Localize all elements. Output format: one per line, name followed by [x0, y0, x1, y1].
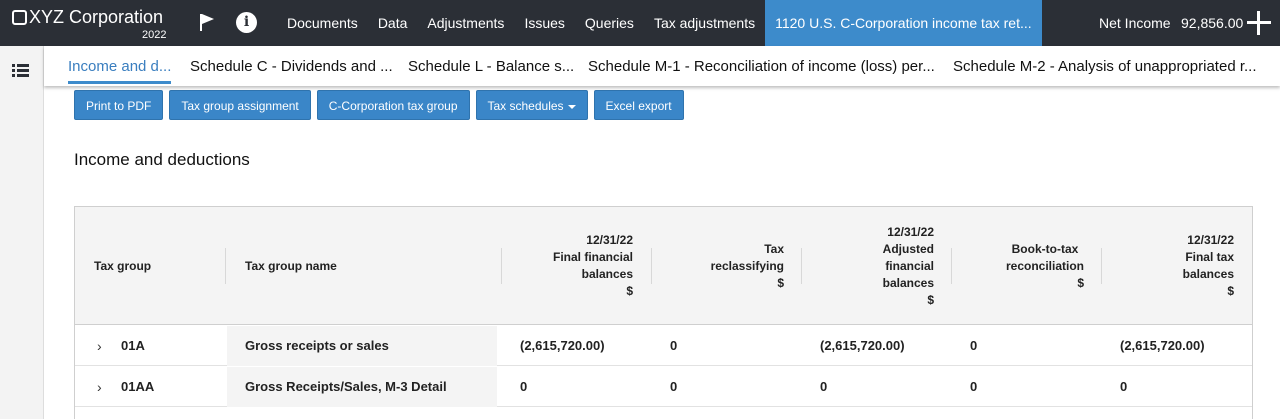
col-header-adjusted-financial[interactable]: 12/31/22 Adjusted financial balances $	[801, 207, 934, 325]
action-toolbar: Print to PDF Tax group assignment C-Corp…	[74, 90, 684, 120]
main-nav: Documents Data Adjustments Issues Querie…	[277, 0, 1042, 46]
nav-item-data[interactable]: Data	[368, 0, 418, 46]
print-to-pdf-button[interactable]: Print to PDF	[74, 90, 164, 120]
nav-item-queries[interactable]: Queries	[575, 0, 644, 46]
nav-item-documents[interactable]: Documents	[277, 0, 368, 46]
cell-book-to-tax: 0	[970, 379, 978, 394]
tax-schedules-dropdown[interactable]: Tax schedules	[475, 90, 588, 120]
company-year: 2022	[142, 29, 167, 41]
nav-item-adjustments[interactable]: Adjustments	[417, 0, 514, 46]
col-header-tax-group-name[interactable]: Tax group name	[225, 207, 497, 325]
nav-item-1120-return[interactable]: 1120 U.S. C-Corporation income tax ret..…	[765, 0, 1042, 46]
section-title: Income and deductions	[74, 150, 250, 169]
excel-export-button[interactable]: Excel export	[593, 90, 684, 120]
tab-income-and-deductions[interactable]: Income and d...	[68, 46, 172, 86]
company-logo-icon	[12, 10, 27, 25]
cell-adjusted-financial: 0	[820, 379, 828, 394]
tab-schedule-l[interactable]: Schedule L - Balance s...	[408, 46, 574, 86]
col-header-tax-reclassifying[interactable]: Tax reclassifying $	[651, 207, 784, 325]
cell-final-tax: (2,615,720.00)	[1120, 338, 1205, 353]
top-navigation-bar: XYZ Corporation 2022 i Documents Data Ad…	[0, 0, 1280, 46]
net-income-value: 92,856.00	[1181, 15, 1244, 31]
cell-book-to-tax: 0	[970, 338, 978, 353]
flag-icon[interactable]	[197, 12, 217, 32]
cell-tax-group: 01AA	[121, 379, 155, 394]
ccorp-tax-group-button[interactable]: C-Corporation tax group	[316, 90, 470, 120]
cell-final-financial: (2,615,720.00)	[520, 338, 605, 353]
col-header-final-financial[interactable]: 12/31/22 Final financial balances $	[501, 207, 633, 325]
nav-item-tax-adjustments[interactable]: Tax adjustments	[644, 0, 765, 46]
company-brand[interactable]: XYZ Corporation 2022	[10, 6, 170, 42]
cell-tax-group: 01A	[121, 338, 145, 353]
schedule-tabs: Income and d... Schedule C - Dividends a…	[44, 46, 1280, 86]
plus-icon[interactable]	[1247, 11, 1271, 35]
chevron-right-icon[interactable]: ›	[97, 326, 102, 366]
tab-schedule-c[interactable]: Schedule C - Dividends and ...	[190, 46, 393, 86]
cell-tax-group-name: Gross receipts or sales	[227, 326, 497, 366]
table-row[interactable]: › 01AA Gross Receipts/Sales, M-3 Detail …	[75, 367, 1252, 407]
net-income-label: Net Income	[1099, 15, 1171, 31]
col-header-book-to-tax[interactable]: Book-to-tax reconciliation $	[951, 207, 1084, 325]
tab-schedule-m1[interactable]: Schedule M-1 - Reconciliation of income …	[588, 46, 935, 86]
cell-final-tax: 0	[1120, 379, 1128, 394]
col-header-final-tax[interactable]: 12/31/22 Final tax balances $	[1101, 207, 1234, 325]
income-deductions-table: Tax group Tax group name 12/31/22 Final f…	[74, 206, 1253, 419]
table-header: Tax group Tax group name 12/31/22 Final f…	[75, 207, 1252, 325]
tax-schedules-label: Tax schedules	[487, 99, 564, 113]
tab-schedule-m2[interactable]: Schedule M-2 - Analysis of unappropriate…	[953, 46, 1257, 86]
cell-final-financial: 0	[520, 379, 528, 394]
cell-tax-reclassifying: 0	[670, 338, 678, 353]
company-name: XYZ Corporation	[29, 7, 164, 27]
caret-down-icon	[567, 104, 576, 109]
left-rail	[0, 46, 44, 419]
chevron-right-icon[interactable]: ›	[97, 367, 102, 407]
cell-tax-reclassifying: 0	[670, 379, 678, 394]
hamburger-menu-icon[interactable]	[12, 64, 29, 78]
nav-item-issues[interactable]: Issues	[514, 0, 574, 46]
cell-adjusted-financial: (2,615,720.00)	[820, 338, 905, 353]
tax-group-assignment-button[interactable]: Tax group assignment	[169, 90, 311, 120]
col-header-tax-group[interactable]: Tax group	[94, 207, 224, 325]
table-row[interactable]: › 01A Gross receipts or sales (2,615,720…	[75, 326, 1252, 366]
info-icon[interactable]: i	[236, 12, 257, 33]
cell-tax-group-name: Gross Receipts/Sales, M-3 Detail	[227, 367, 497, 407]
